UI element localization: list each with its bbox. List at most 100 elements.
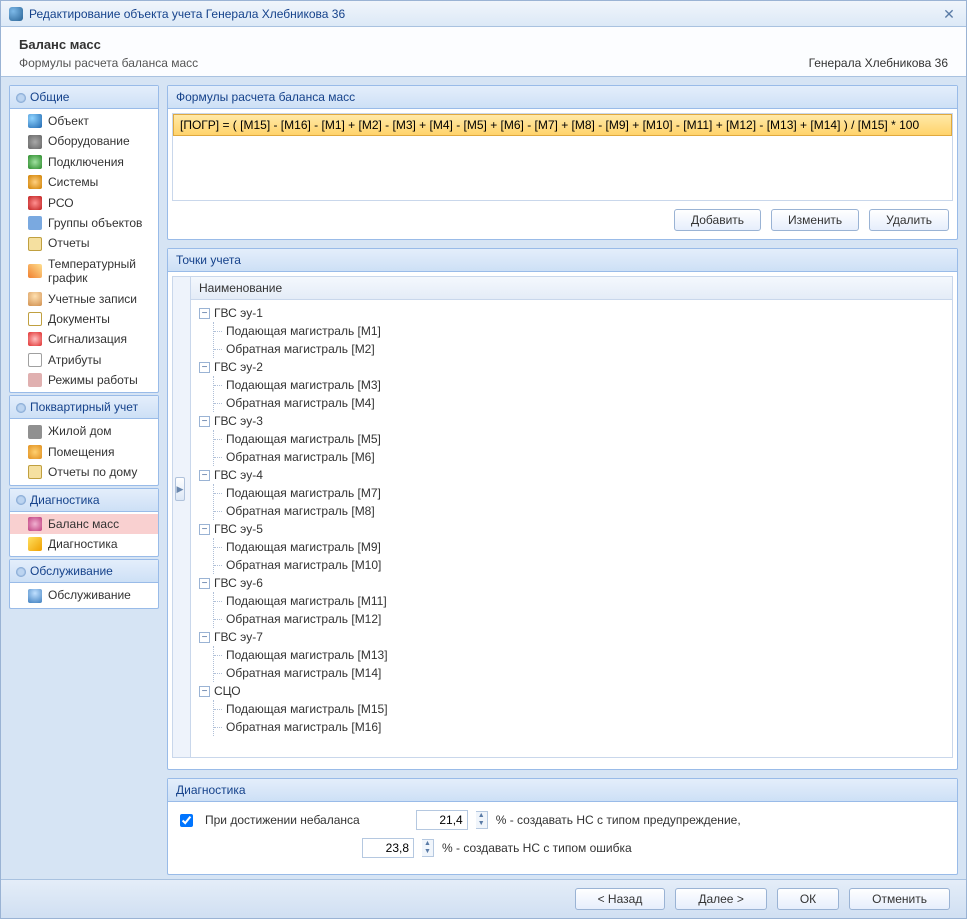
rso-icon — [28, 196, 42, 210]
tree-node-row[interactable]: −ГВС эу-1 — [199, 304, 948, 322]
sidebar-item-modes[interactable]: Режимы работы — [10, 370, 158, 390]
tree-node-row[interactable]: −СЦО — [199, 682, 948, 700]
sidebar-item-alarm[interactable]: Сигнализация — [10, 329, 158, 349]
warn-text: % - создавать НС с типом предупреждение, — [496, 813, 741, 827]
tree-leaf[interactable]: Обратная магистраль [M2] — [224, 340, 948, 358]
service-icon — [28, 589, 42, 603]
sidebar-item-documents[interactable]: Документы — [10, 309, 158, 329]
sidebar-item-temp-chart[interactable]: Температурный график — [10, 254, 158, 289]
warning-icon — [28, 537, 42, 551]
tree-node-label: СЦО — [214, 684, 241, 698]
collapse-handle[interactable]: ▶ — [175, 477, 185, 501]
sidebar-section-service[interactable]: Обслуживание — [10, 560, 158, 583]
sidebar-item-connections[interactable]: Подключения — [10, 152, 158, 172]
tree-node-row[interactable]: −ГВС эу-7 — [199, 628, 948, 646]
sidebar-item-rso[interactable]: РСО — [10, 193, 158, 213]
tree-leaf[interactable]: Обратная магистраль [M16] — [224, 718, 948, 736]
tree-leaf[interactable]: Обратная магистраль [M4] — [224, 394, 948, 412]
sidebar-item-systems[interactable]: Системы — [10, 172, 158, 192]
sidebar-item-rooms[interactable]: Помещения — [10, 442, 158, 462]
sidebar-item-object[interactable]: Объект — [10, 111, 158, 131]
tree-leaf[interactable]: Подающая магистраль [M5] — [224, 430, 948, 448]
tree-leaf[interactable]: Обратная магистраль [M14] — [224, 664, 948, 682]
close-icon[interactable]: ✕ — [940, 6, 958, 22]
collapse-icon[interactable]: − — [199, 362, 210, 373]
ok-button[interactable]: ОК — [777, 888, 839, 910]
delete-button[interactable]: Удалить — [869, 209, 949, 231]
warn-spinner[interactable]: ▲▼ — [476, 811, 488, 829]
tree-leaf[interactable]: Подающая магистраль [M9] — [224, 538, 948, 556]
collapse-icon[interactable]: − — [199, 632, 210, 643]
tree-node-row[interactable]: −ГВС эу-2 — [199, 358, 948, 376]
group-icon — [28, 216, 42, 230]
tree-leaf[interactable]: Подающая магистраль [M11] — [224, 592, 948, 610]
tree-node-row[interactable]: −ГВС эу-3 — [199, 412, 948, 430]
add-button[interactable]: Добавить — [674, 209, 761, 231]
tree-node-row[interactable]: −ГВС эу-6 — [199, 574, 948, 592]
collapse-icon[interactable]: − — [199, 308, 210, 319]
collapse-icon[interactable]: − — [199, 470, 210, 481]
tree-leaf[interactable]: Подающая магистраль [M3] — [224, 376, 948, 394]
err-value-input[interactable] — [362, 838, 414, 858]
tree-leaf[interactable]: Подающая магистраль [M13] — [224, 646, 948, 664]
sidebar-item-accounts[interactable]: Учетные записи — [10, 289, 158, 309]
formula-list[interactable]: [ПОГР] = ( [M15] - [M16] - [M1] + [M2] -… — [172, 113, 953, 201]
formula-row[interactable]: [ПОГР] = ( [M15] - [M16] - [M1] + [M2] -… — [173, 114, 952, 136]
sidebar-item-mass-balance[interactable]: Баланс масс — [10, 514, 158, 534]
sidebar-item-groups[interactable]: Группы объектов — [10, 213, 158, 233]
sidebar-item-house-reports[interactable]: Отчеты по дому — [10, 462, 158, 482]
err-text: % - создавать НС с типом ошибка — [442, 841, 632, 855]
tree-leaf[interactable]: Обратная магистраль [M12] — [224, 610, 948, 628]
sidebar-item-equipment[interactable]: Оборудование — [10, 131, 158, 151]
collapse-icon[interactable]: − — [199, 524, 210, 535]
sidebar-item-diagnostics[interactable]: Диагностика — [10, 534, 158, 554]
tree-leaf[interactable]: Подающая магистраль [M15] — [224, 700, 948, 718]
sidebar-item-attributes[interactable]: Атрибуты — [10, 350, 158, 370]
checkbox-label: При достижении небаланса — [205, 813, 360, 827]
next-button[interactable]: Далее > — [675, 888, 767, 910]
tree-node-label: ГВС эу-4 — [214, 468, 263, 482]
plug-icon — [28, 155, 42, 169]
collapse-icon[interactable]: − — [199, 416, 210, 427]
warn-checkbox[interactable] — [180, 814, 193, 827]
tree-node-label: ГВС эу-2 — [214, 360, 263, 374]
home-icon — [28, 425, 42, 439]
app-icon — [9, 7, 23, 21]
tree-leaf[interactable]: Обратная магистраль [M6] — [224, 448, 948, 466]
document-icon — [28, 312, 42, 326]
formulas-panel: Формулы расчета баланса масс [ПОГР] = ( … — [167, 85, 958, 240]
tree-leaf[interactable]: Обратная магистраль [M8] — [224, 502, 948, 520]
sidebar: Общие Объект Оборудование Подключения Си… — [9, 85, 159, 875]
diagnostics-panel: Диагностика При достижении небаланса ▲▼ … — [167, 778, 958, 875]
page-title: Баланс масс — [19, 37, 948, 52]
sidebar-item-house[interactable]: Жилой дом — [10, 421, 158, 441]
err-spinner[interactable]: ▲▼ — [422, 839, 434, 857]
back-button[interactable]: < Назад — [575, 888, 666, 910]
sidebar-item-reports[interactable]: Отчеты — [10, 233, 158, 253]
tree-node-label: ГВС эу-5 — [214, 522, 263, 536]
tree-leaf[interactable]: Подающая магистраль [M7] — [224, 484, 948, 502]
globe-icon — [28, 114, 42, 128]
sidebar-item-service[interactable]: Обслуживание — [10, 585, 158, 605]
tree-node-label: ГВС эу-6 — [214, 576, 263, 590]
window-title: Редактирование объекта учета Генерала Хл… — [29, 7, 940, 21]
bell-icon — [28, 332, 42, 346]
cancel-button[interactable]: Отменить — [849, 888, 950, 910]
formulas-panel-title: Формулы расчета баланса масс — [168, 86, 957, 109]
tree-node-label: ГВС эу-3 — [214, 414, 263, 428]
sidebar-section-diagnostics[interactable]: Диагностика — [10, 489, 158, 512]
collapse-gutter: ▶ — [172, 276, 190, 758]
collapse-icon[interactable]: − — [199, 578, 210, 589]
sidebar-section-apartment[interactable]: Поквартирный учет — [10, 396, 158, 419]
edit-button[interactable]: Изменить — [771, 209, 859, 231]
tree-leaf[interactable]: Обратная магистраль [M10] — [224, 556, 948, 574]
warn-value-input[interactable] — [416, 810, 468, 830]
tree-leaf[interactable]: Подающая магистраль [M1] — [224, 322, 948, 340]
tree-node-row[interactable]: −ГВС эу-4 — [199, 466, 948, 484]
diagnostics-panel-title: Диагностика — [168, 779, 957, 802]
collapse-icon[interactable]: − — [199, 686, 210, 697]
chart-icon — [28, 264, 42, 278]
sidebar-section-common[interactable]: Общие — [10, 86, 158, 109]
tree-node-row[interactable]: −ГВС эу-5 — [199, 520, 948, 538]
header-area: Баланс масс Формулы расчета баланса масс… — [1, 27, 966, 77]
